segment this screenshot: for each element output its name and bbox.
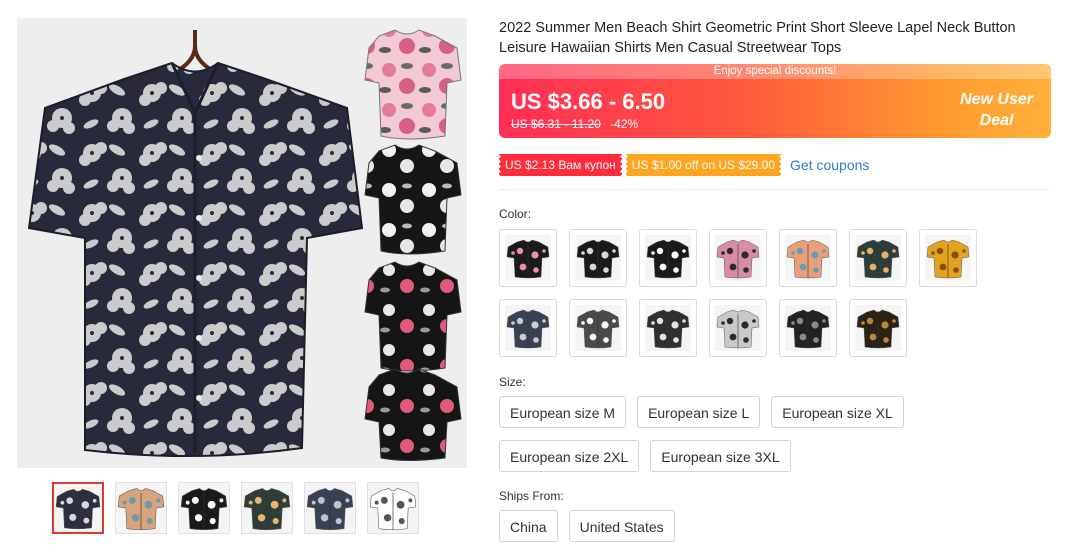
- shirt-swatch-image: [785, 235, 831, 281]
- gallery-thumbnail-2[interactable]: [115, 482, 167, 534]
- size-option-m[interactable]: European size M: [499, 396, 627, 428]
- color-swatch-3[interactable]: [639, 229, 697, 287]
- ships-from-china[interactable]: China: [499, 510, 558, 542]
- size-option-2xl[interactable]: European size 2XL: [499, 440, 640, 472]
- size-row-1: European size M European size L European…: [499, 396, 1051, 428]
- thumbnail-image: [116, 483, 166, 533]
- shirt-main-illustration: [27, 29, 462, 461]
- color-swatch-10[interactable]: [639, 299, 697, 357]
- color-swatch-13[interactable]: [849, 299, 907, 357]
- price-banner: Enjoy special discounts! US $3.66 - 6.50…: [499, 64, 1051, 138]
- banner-top-text: Enjoy special discounts!: [499, 64, 1051, 79]
- gallery-thumbnail-1[interactable]: [52, 482, 104, 534]
- thumbnail-strip: [52, 482, 419, 534]
- color-swatch-8[interactable]: [499, 299, 557, 357]
- divider: [499, 189, 1049, 190]
- color-swatch-11[interactable]: [709, 299, 767, 357]
- product-details: 2022 Summer Men Beach Shirt Geometric Pr…: [497, 18, 1051, 542]
- shirt-swatch-image: [505, 235, 551, 281]
- shirt-swatch-image: [645, 305, 691, 351]
- color-label: Color:: [499, 207, 532, 221]
- shirt-swatch-image: [855, 235, 901, 281]
- shirt-swatch-image: [785, 305, 831, 351]
- main-product-image[interactable]: [17, 18, 467, 468]
- shirt-swatch-image: [715, 305, 761, 351]
- size-option-l[interactable]: European size L: [637, 396, 761, 428]
- size-option-3xl[interactable]: European size 3XL: [650, 440, 791, 472]
- product-title: 2022 Summer Men Beach Shirt Geometric Pr…: [499, 20, 1016, 56]
- shirt-swatch-image: [575, 305, 621, 351]
- size-label: Size:: [499, 375, 526, 389]
- color-swatch-6[interactable]: [849, 229, 907, 287]
- gallery-thumbnail-3[interactable]: [178, 482, 230, 534]
- ships-from-row: China United States: [499, 510, 1051, 542]
- shirt-swatch-image: [925, 235, 971, 281]
- thumbnail-image: [179, 483, 229, 533]
- price-range: US $3.66 - 6.50: [511, 89, 666, 114]
- shirt-swatch-image: [505, 305, 551, 351]
- gallery-thumbnail-4[interactable]: [241, 482, 293, 534]
- new-user-deal-badge: New User Deal: [960, 89, 1033, 131]
- deal-line-1: New User: [960, 91, 1033, 108]
- color-swatch-7[interactable]: [919, 229, 977, 287]
- gallery-thumbnail-6[interactable]: [367, 482, 419, 534]
- coupon-ticket-1[interactable]: US $2.13 Вам купон: [497, 154, 624, 176]
- deal-line-2: Deal: [979, 112, 1014, 129]
- shirt-swatch-image: [645, 235, 691, 281]
- discount-percent: -42%: [610, 117, 639, 131]
- shirt-swatch-image: [715, 235, 761, 281]
- size-row-2: European size 2XL European size 3XL: [499, 440, 1051, 472]
- color-swatch-5[interactable]: [779, 229, 837, 287]
- original-price-line: US $6.31 - 11.20 -42%: [511, 117, 638, 131]
- color-swatch-grid: [499, 229, 1051, 357]
- original-price: US $6.31 - 11.20: [511, 117, 601, 131]
- thumbnail-image: [54, 484, 102, 532]
- thumbnail-image: [242, 483, 292, 533]
- shirt-swatch-image: [575, 235, 621, 281]
- color-swatch-9[interactable]: [569, 299, 627, 357]
- coupon-row: US $2.13 Вам купон US $1.00 off on US $2…: [497, 154, 1051, 176]
- get-coupons-link[interactable]: Get coupons: [790, 157, 869, 173]
- size-option-xl[interactable]: European size XL: [771, 396, 904, 428]
- shirt-swatch-image: [855, 305, 901, 351]
- thumbnail-image: [305, 483, 355, 533]
- color-swatch-2[interactable]: [569, 229, 627, 287]
- ships-from-label: Ships From:: [499, 489, 564, 503]
- coupon-ticket-2[interactable]: US $1.00 off on US $29.00: [623, 154, 784, 176]
- ships-from-united-states[interactable]: United States: [568, 510, 675, 542]
- gallery-thumbnail-5[interactable]: [304, 482, 356, 534]
- color-swatch-1[interactable]: [499, 229, 557, 287]
- thumbnail-image: [368, 483, 418, 533]
- color-swatch-4[interactable]: [709, 229, 767, 287]
- color-swatch-12[interactable]: [779, 299, 837, 357]
